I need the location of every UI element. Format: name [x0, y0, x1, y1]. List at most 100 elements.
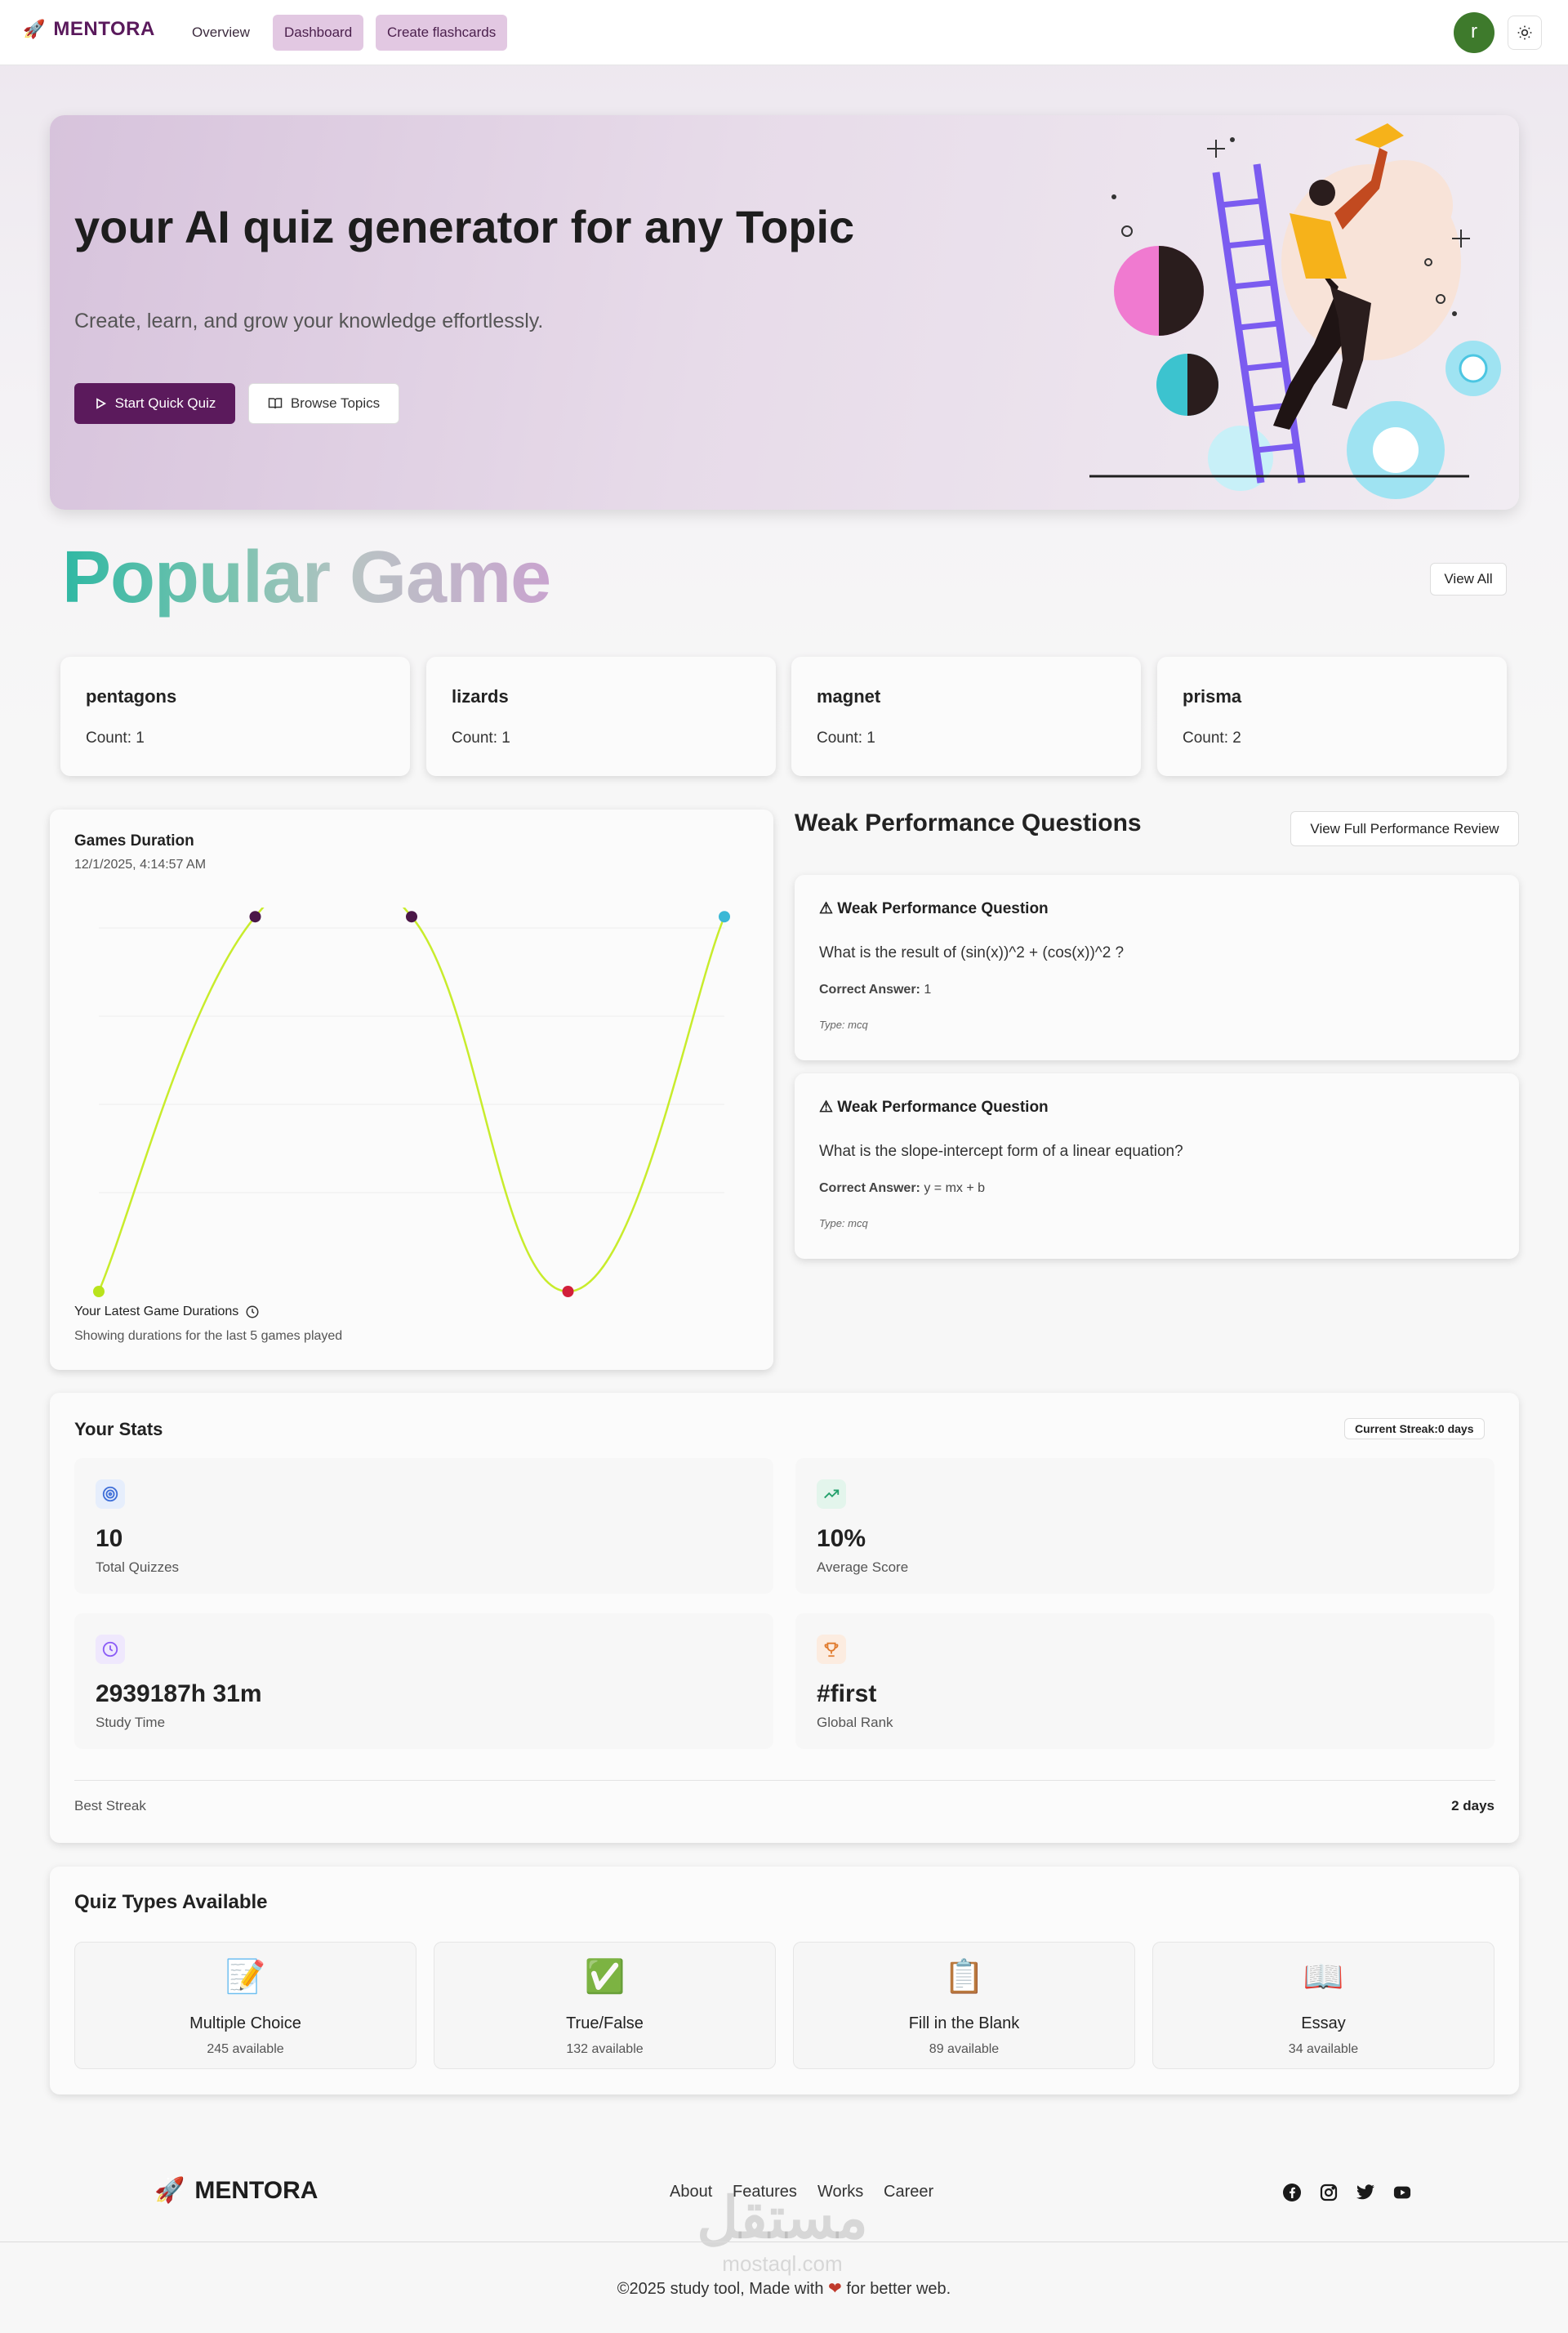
view-full-performance-review-button[interactable]: View Full Performance Review	[1290, 811, 1519, 846]
start-quick-quiz-button[interactable]: Start Quick Quiz	[74, 383, 235, 424]
hero-illustration	[1089, 123, 1501, 499]
game-count: Count: 1	[817, 729, 875, 747]
chart-footer-title-text: Your Latest Game Durations	[74, 1305, 239, 1318]
game-count: Count: 2	[1183, 729, 1241, 747]
hero-subtitle: Create, learn, and grow your knowledge e…	[74, 310, 544, 332]
top-navbar: 🚀 MENTORA Overview Dashboard Create flas…	[0, 0, 1568, 65]
stat-value: 2939187h 31m	[96, 1680, 262, 1707]
clock-icon	[246, 1305, 259, 1318]
hero-banner: your AI quiz generator for any Topic Cre…	[50, 115, 1519, 510]
stat-label: Total Quizzes	[96, 1559, 180, 1575]
view-all-button[interactable]: View All	[1430, 563, 1507, 596]
game-card-pentagons[interactable]: pentagons Count: 1	[60, 657, 410, 776]
chart-footer-subtitle: Showing durations for the last 5 games p…	[74, 1329, 343, 1343]
watermark-logo: مستقل	[697, 2186, 868, 2250]
chart-data-point[interactable]	[93, 1286, 105, 1297]
hero-title: your AI quiz generator for any Topic	[74, 201, 855, 252]
footer-link-career[interactable]: Career	[884, 2183, 933, 2201]
weak-question-heading: ⚠ Weak Performance Question	[819, 1099, 1049, 1116]
quiz-type-available: 89 available	[929, 2042, 1000, 2056]
brand-name: MENTORA	[53, 18, 155, 40]
copyright-text-pre: ©2025 study tool, Made with	[617, 2280, 824, 2298]
clock-icon	[96, 1635, 125, 1664]
quiz-type-essay[interactable]: 📖 Essay 34 available	[1152, 1942, 1494, 2069]
copyright-text-post: for better web.	[846, 2280, 951, 2298]
sun-icon	[1517, 25, 1532, 40]
game-name: pentagons	[86, 686, 177, 707]
game-card-prisma[interactable]: prisma Count: 2	[1157, 657, 1507, 776]
chart-data-point[interactable]	[406, 911, 417, 923]
stat-label: Average Score	[817, 1559, 909, 1575]
stats-divider	[74, 1780, 1495, 1781]
answer-value: 1	[924, 983, 932, 997]
quiz-types-card: Quiz Types Available 📝 Multiple Choice 2…	[50, 1867, 1519, 2094]
game-name: magnet	[817, 686, 881, 707]
stat-total-quizzes: 10 Total Quizzes	[74, 1458, 773, 1594]
browse-topics-button[interactable]: Browse Topics	[248, 383, 399, 424]
chart-data-point[interactable]	[249, 911, 261, 923]
nav-create-flashcards[interactable]: Create flashcards	[376, 15, 508, 51]
nav-overview[interactable]: Overview	[180, 15, 261, 51]
chart-data-point[interactable]	[719, 911, 730, 923]
brand-logo[interactable]: 🚀 MENTORA	[23, 18, 155, 41]
facebook-icon[interactable]	[1281, 2181, 1303, 2204]
quiz-type-true-false[interactable]: ✅ True/False 132 available	[434, 1942, 776, 2069]
instagram-icon[interactable]	[1317, 2181, 1340, 2204]
best-streak-label: Best Streak	[74, 1798, 146, 1813]
trophy-icon	[817, 1635, 846, 1664]
stat-study-time: 2939187h 31m Study Time	[74, 1613, 773, 1749]
game-count: Count: 1	[452, 729, 510, 747]
user-avatar[interactable]: r	[1454, 12, 1494, 53]
quiz-type-name: True/False	[566, 2014, 644, 2032]
quiz-type-fill-blank[interactable]: 📋 Fill in the Blank 89 available	[793, 1942, 1135, 2069]
quiz-type-available: 132 available	[566, 2042, 644, 2056]
game-name: lizards	[452, 686, 509, 707]
quiz-types-title: Quiz Types Available	[74, 1891, 268, 1913]
rocket-icon: 🚀	[154, 2177, 185, 2204]
games-duration-chart	[93, 908, 730, 1297]
theme-toggle-button[interactable]	[1508, 16, 1542, 50]
game-name: prisma	[1183, 686, 1242, 707]
quiz-type-multiple-choice[interactable]: 📝 Multiple Choice 245 available	[74, 1942, 416, 2069]
chart-footer-title: Your Latest Game Durations	[74, 1305, 260, 1319]
games-duration-card: Games Duration 12/1/2025, 4:14:57 AM You…	[50, 810, 773, 1370]
stat-value: 10	[96, 1525, 123, 1552]
open-book-icon: 📖	[1303, 1959, 1344, 1995]
stat-global-rank: #first Global Rank	[795, 1613, 1494, 1749]
clipboard-icon: 📋	[943, 1959, 985, 1995]
weak-question-type: Type: mcq	[819, 1019, 868, 1031]
weak-question-card: ⚠ Weak Performance Question What is the …	[795, 875, 1519, 1060]
weak-question-heading: ⚠ Weak Performance Question	[819, 900, 1049, 917]
chart-data-point[interactable]	[562, 1286, 574, 1297]
browse-topics-label: Browse Topics	[290, 395, 381, 411]
weak-performance-title: Weak Performance Questions	[795, 810, 1142, 836]
footer-brand[interactable]: 🚀 MENTORA	[154, 2176, 318, 2205]
stat-average-score: 10% Average Score	[795, 1458, 1494, 1594]
popular-game-title: Popular Game	[62, 537, 551, 618]
quiz-type-available: 245 available	[207, 2042, 284, 2056]
current-streak-badge: Current Streak:0 days	[1344, 1418, 1485, 1439]
game-count: Count: 1	[86, 729, 145, 747]
game-card-lizards[interactable]: lizards Count: 1	[426, 657, 776, 776]
check-mark-icon: ✅	[584, 1959, 626, 1995]
nav-dashboard[interactable]: Dashboard	[273, 15, 364, 51]
target-icon	[96, 1479, 125, 1509]
play-icon	[96, 398, 106, 409]
watermark-url: mostaql.com	[722, 2251, 843, 2276]
best-streak-value: 2 days	[1451, 1798, 1494, 1813]
weak-question-type: Type: mcq	[819, 1217, 868, 1229]
youtube-icon[interactable]	[1391, 2181, 1414, 2204]
answer-label: Correct Answer:	[819, 1181, 920, 1195]
memo-icon: 📝	[225, 1959, 266, 1995]
weak-question-answer: Correct Answer: 1	[819, 983, 931, 997]
stat-value: 10%	[817, 1525, 866, 1552]
heart-icon: ❤	[828, 2280, 842, 2298]
game-card-magnet[interactable]: magnet Count: 1	[791, 657, 1141, 776]
twitter-icon[interactable]	[1354, 2181, 1377, 2204]
answer-value: y = mx + b	[924, 1181, 986, 1195]
answer-label: Correct Answer:	[819, 983, 920, 997]
weak-question-card: ⚠ Weak Performance Question What is the …	[795, 1073, 1519, 1259]
start-quick-quiz-label: Start Quick Quiz	[114, 395, 216, 411]
trending-up-icon	[817, 1479, 846, 1509]
footer-brand-name: MENTORA	[194, 2176, 318, 2204]
